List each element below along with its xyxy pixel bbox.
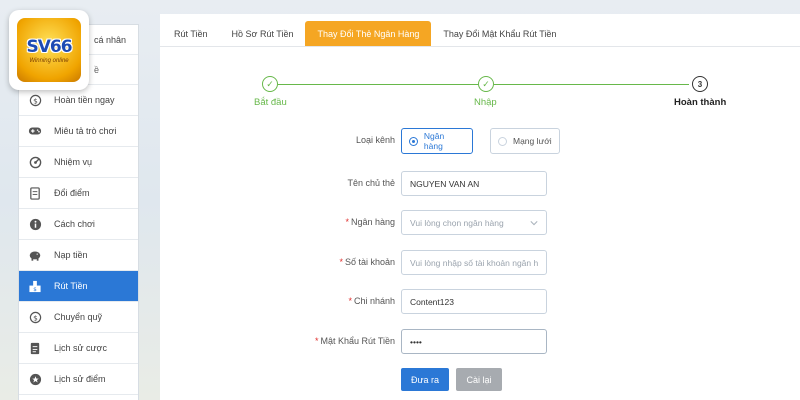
step-number: 3 — [697, 79, 703, 89]
sidebar-item-withdraw[interactable]: $ Rút Tiền — [19, 271, 138, 302]
bank-label: * Ngân hàng — [345, 217, 395, 227]
svg-text:$: $ — [33, 287, 37, 293]
branch-row: * Chi nhánh Content123 — [160, 289, 800, 315]
sidebar-item-label: cá nhân — [94, 34, 127, 45]
sidebar-item-label: Miêu tả trò chơi — [54, 126, 117, 136]
reset-button[interactable]: Cài lại — [456, 368, 502, 391]
step-1-circle: ✓ — [262, 76, 278, 92]
step-2-circle: ✓ — [478, 76, 494, 92]
password-label: * Mật Khẩu Rút Tiền — [314, 336, 395, 346]
branch-label: * Chi nhánh — [348, 296, 395, 306]
radio-bank[interactable]: Ngân hàng — [401, 128, 473, 154]
sidebar-item-transfer[interactable]: $ Chuyển quỹ — [19, 302, 138, 333]
sidebar-item-label: Lịch sử điểm — [54, 374, 106, 384]
holder-row: Tên chủ thẻ NGUYEN VAN AN — [160, 171, 800, 197]
sidebar-item-deposit[interactable]: Nạp tiền — [19, 240, 138, 271]
sidebar-item-label: Nhiệm vụ — [54, 157, 93, 167]
mission-icon — [28, 155, 42, 169]
info-icon — [28, 217, 42, 231]
account-row: * Số tài khoản Vui lòng nhập số tài khoản… — [160, 250, 800, 276]
withdraw-password-input[interactable]: •••• — [401, 329, 547, 354]
sidebar-item-points-history[interactable]: Lịch sử điểm — [19, 364, 138, 395]
transfer-icon: $ — [28, 310, 42, 324]
account-number-input[interactable]: Vui lòng nhập số tài khoản ngân hà — [401, 250, 547, 275]
withdraw-icon: $ — [28, 279, 42, 293]
step-connector — [278, 84, 478, 85]
sidebar-item-how-to-play[interactable]: Cách chơi — [19, 209, 138, 240]
step-2-label: Nhập — [474, 97, 497, 108]
sidebar-item-bet-history[interactable]: Lịch sử cược — [19, 333, 138, 364]
bank-select[interactable]: Vui lòng chọn ngân hàng — [401, 210, 547, 235]
tab-change-withdraw-password[interactable]: Thay Đổi Mật Khẩu Rút Tiền — [431, 21, 568, 46]
step-3-label: Hoàn thành — [674, 97, 727, 108]
logo-badge: SV66 Winning online — [17, 18, 81, 82]
sidebar-item-label: ề — [94, 64, 100, 75]
tab-bar: Rút Tiền Hồ Sơ Rút Tiền Thay Đổi Thẻ Ngâ… — [160, 14, 800, 47]
step-connector — [494, 84, 689, 85]
history-icon — [28, 341, 42, 355]
radio-dot-icon — [498, 136, 507, 146]
sidebar-item-label: Chuyển quỹ — [54, 312, 103, 322]
chevron-down-icon — [530, 221, 538, 226]
radio-network[interactable]: Mạng lưới — [490, 128, 560, 154]
gamepad-icon — [28, 124, 42, 138]
step-1-label: Bắt đầu — [254, 97, 287, 108]
refund-icon: $ — [28, 93, 42, 107]
sidebar-item-game-description[interactable]: Miêu tả trò chơi — [19, 116, 138, 147]
piggy-bank-icon — [28, 248, 42, 262]
sidebar-item-label: Nạp tiền — [54, 250, 88, 260]
radio-network-label: Mạng lưới — [513, 136, 552, 146]
check-icon: ✓ — [482, 78, 490, 89]
sidebar-item-label: Cách chơi — [54, 219, 95, 229]
sidebar-item-label: Rút Tiền — [54, 281, 88, 291]
tab-withdraw[interactable]: Rút Tiền — [162, 21, 220, 46]
step-3-circle: 3 — [692, 76, 708, 92]
logo-subtext: Winning online — [29, 57, 69, 64]
password-row: * Mật Khẩu Rút Tiền •••• — [160, 329, 800, 355]
sidebar-item-exchange[interactable]: Đổi điểm — [19, 178, 138, 209]
sidebar-item-label: Hoàn tiền ngay — [54, 95, 115, 105]
tab-change-bank-card[interactable]: Thay Đổi Thẻ Ngân Hàng — [305, 21, 432, 46]
radio-bank-label: Ngân hàng — [423, 131, 445, 151]
sidebar-item-label: Lịch sử cược — [54, 343, 107, 353]
account-label: * Số tài khoản — [339, 257, 395, 267]
sidebar-item-label: Đổi điểm — [54, 188, 90, 198]
main-panel: Rút Tiền Hồ Sơ Rút Tiền Thay Đổi Thẻ Ngâ… — [160, 14, 800, 400]
bank-row: * Ngân hàng Vui lòng chọn ngân hàng — [160, 210, 800, 236]
progress-stepper: ✓ ✓ 3 Bắt đầu Nhập Hoàn thành — [160, 76, 800, 126]
sidebar-item-missions[interactable]: Nhiệm vụ — [19, 147, 138, 178]
logo-text: SV66 — [26, 36, 72, 57]
svg-text:$: $ — [33, 96, 38, 105]
check-icon: ✓ — [266, 78, 274, 89]
holder-label: Tên chủ thẻ — [347, 178, 395, 188]
channel-type-label: Loại kênh — [355, 135, 395, 145]
branch-input[interactable]: Content123 — [401, 289, 547, 314]
holder-name-input[interactable]: NGUYEN VAN AN — [401, 171, 547, 196]
radio-dot-icon — [409, 136, 418, 146]
svg-text:$: $ — [33, 313, 38, 322]
channel-type-row: Loại kênh Ngân hàng Mạng lưới — [160, 128, 800, 154]
brand-logo[interactable]: SV66 Winning online — [9, 10, 89, 90]
submit-button[interactable]: Đưa ra — [401, 368, 449, 391]
points-icon — [28, 372, 42, 386]
exchange-icon — [28, 186, 42, 200]
tab-withdraw-profile[interactable]: Hồ Sơ Rút Tiền — [220, 21, 306, 46]
